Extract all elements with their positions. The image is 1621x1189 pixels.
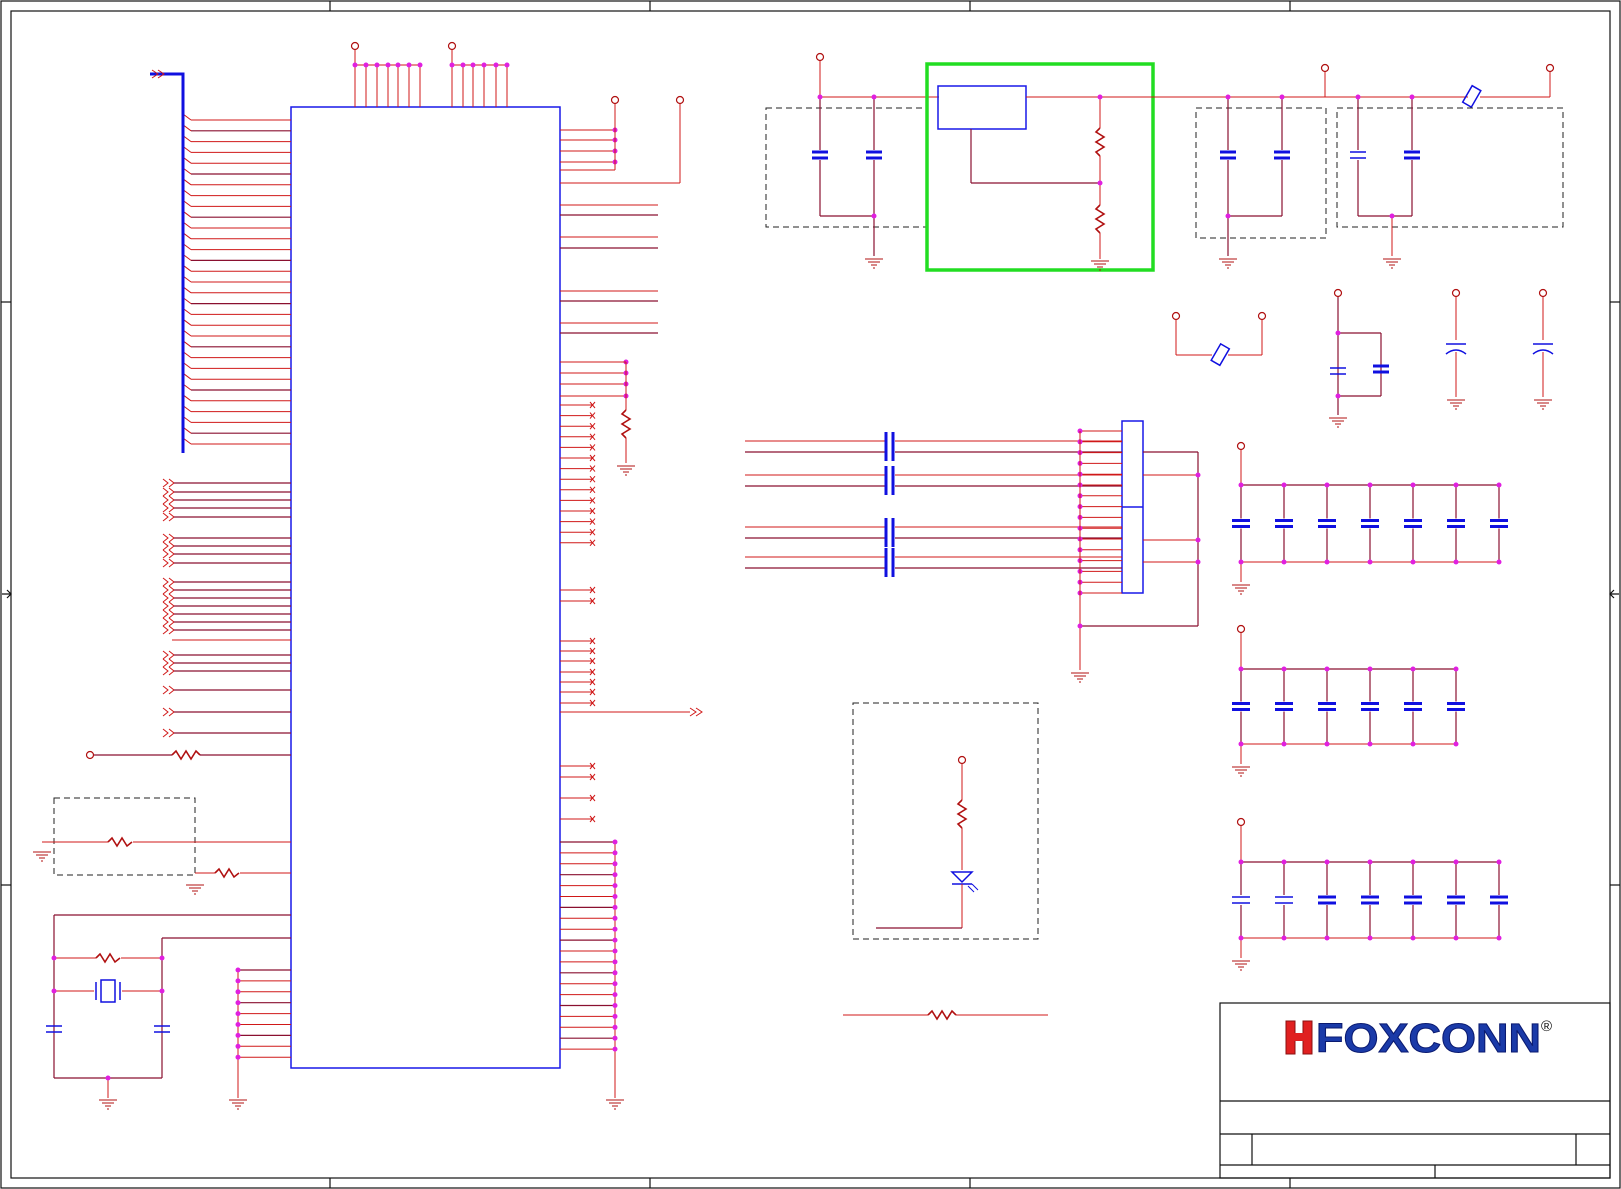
sheet-border: [0, 0, 1621, 1189]
regulator-ic: [937, 85, 1027, 130]
schematic-sheet: FOXCONN ®: [0, 0, 1621, 1189]
led-indicator-circuit: [852, 702, 1039, 940]
ic-right-pin-stubs: [560, 127, 658, 823]
ferrite-bead-link: [1171, 311, 1267, 367]
decoupling-caps-small: [1328, 288, 1554, 428]
foxconn-logo: FOXCONN ®: [1285, 1015, 1552, 1062]
address-bus: [150, 69, 185, 453]
voltage-regulator-section: [765, 52, 1564, 272]
decoupling-capacitor-banks: [1231, 441, 1508, 971]
ic-right-ground-pins: [560, 839, 625, 1110]
ic-top-power-pins: [350, 41, 510, 107]
company-name: FOXCONN: [1316, 1015, 1541, 1061]
registered-mark: ®: [1541, 1018, 1552, 1035]
left-resistor-network: [32, 749, 291, 895]
ic-left-ground-pins: [228, 967, 291, 1110]
main-ic: [162, 106, 658, 1069]
ic-right-top-connections: [560, 95, 685, 476]
series-resistor: [843, 1009, 1048, 1021]
ic-output-signal: [560, 707, 703, 717]
highlighted-regulator-box: [925, 62, 1155, 272]
connector-coupling-section: [745, 420, 1201, 683]
led-icon: [950, 871, 974, 884]
title-block: FOXCONN ®: [1219, 1002, 1611, 1179]
crystal-oscillator-circuit: [45, 914, 291, 1110]
